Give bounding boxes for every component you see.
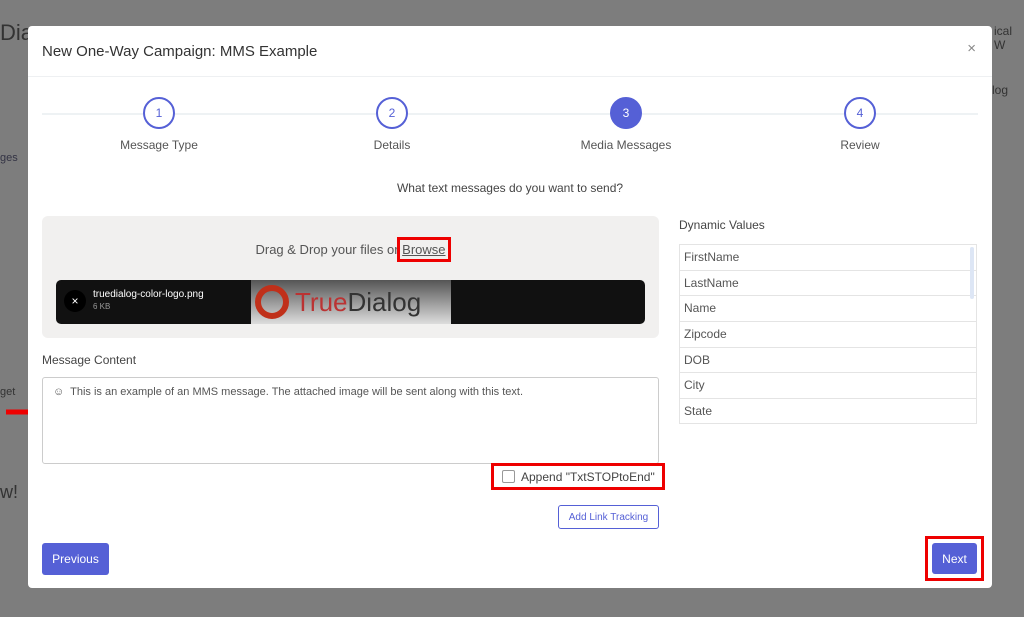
modal-title: New One-Way Campaign: MMS Example <box>42 43 318 60</box>
append-stop-option[interactable]: Append "TxtSTOPtoEnd" <box>491 463 665 490</box>
previous-button[interactable]: Previous <box>42 543 109 575</box>
step-label: Review <box>840 138 880 152</box>
logo-ring-icon <box>255 285 289 319</box>
message-content-label: Message Content <box>42 353 137 367</box>
bg-tab: log <box>992 83 1009 97</box>
scrollbar[interactable] <box>970 247 974 299</box>
divider <box>28 76 992 77</box>
dropzone-text: Drag & Drop your files or Browse <box>42 237 659 262</box>
dynamic-value-item[interactable]: State <box>680 399 976 423</box>
dynamic-value-item[interactable]: FirstName <box>680 245 976 271</box>
campaign-modal: New One-Way Campaign: MMS Example × 1 Mes… <box>28 26 992 588</box>
step-number: 4 <box>844 97 876 129</box>
file-size: 6 KB <box>93 302 111 311</box>
next-button[interactable]: Next <box>932 543 977 574</box>
dynamic-value-item[interactable]: Zipcode <box>680 322 976 348</box>
dynamic-value-item[interactable]: LastName <box>680 271 976 297</box>
step-number: 3 <box>610 97 642 129</box>
remove-file-icon[interactable]: × <box>64 290 86 312</box>
bg-side2: get <box>0 386 16 398</box>
step-media-messages[interactable]: 3 Media Messages <box>556 97 696 152</box>
step-label: Media Messages <box>580 138 672 152</box>
message-text: This is an example of an MMS message. Th… <box>70 386 524 398</box>
message-content-textarea[interactable]: ☺ This is an example of an MMS message. … <box>42 377 659 464</box>
emoji-icon[interactable]: ☺ <box>53 386 64 398</box>
question-text: What text messages do you want to send? <box>396 181 624 195</box>
file-thumbnail: TrueDialog <box>251 280 451 324</box>
step-message-type[interactable]: 1 Message Type <box>89 97 229 152</box>
browse-link[interactable]: Browse <box>397 237 451 262</box>
step-label: Details <box>373 138 411 152</box>
bg-side3: w! <box>0 482 18 502</box>
dynamic-value-item[interactable]: DOB <box>680 348 976 374</box>
file-name: truedialog-color-logo.png <box>93 289 204 300</box>
close-icon[interactable]: × <box>967 40 976 57</box>
step-label: Message Type <box>120 138 198 152</box>
dynamic-value-item[interactable]: City <box>680 373 976 400</box>
dynamic-values-list: FirstName LastName Name Zipcode DOB City… <box>679 244 977 424</box>
dynamic-values-label: Dynamic Values <box>679 218 765 232</box>
file-dropzone[interactable]: Drag & Drop your files or Browse × trued… <box>42 216 659 338</box>
bg-side: ges <box>0 152 18 164</box>
step-number: 2 <box>376 97 408 129</box>
add-link-tracking-button[interactable]: Add Link Tracking <box>558 505 659 529</box>
uploaded-file: × truedialog-color-logo.png 6 KB TrueDia… <box>56 280 645 324</box>
append-label: Append "TxtSTOPtoEnd" <box>521 469 655 484</box>
next-highlight: Next <box>925 536 984 581</box>
truedialog-logo: TrueDialog <box>295 286 422 317</box>
step-review[interactable]: 4 Review <box>790 97 930 152</box>
step-details[interactable]: 2 Details <box>322 97 462 152</box>
dynamic-value-item[interactable]: Name <box>680 296 976 323</box>
step-number: 1 <box>143 97 175 129</box>
append-checkbox[interactable] <box>502 470 515 483</box>
bg-user: ical W <box>994 24 1013 52</box>
drag-drop-label: Drag & Drop your files or <box>255 242 403 257</box>
